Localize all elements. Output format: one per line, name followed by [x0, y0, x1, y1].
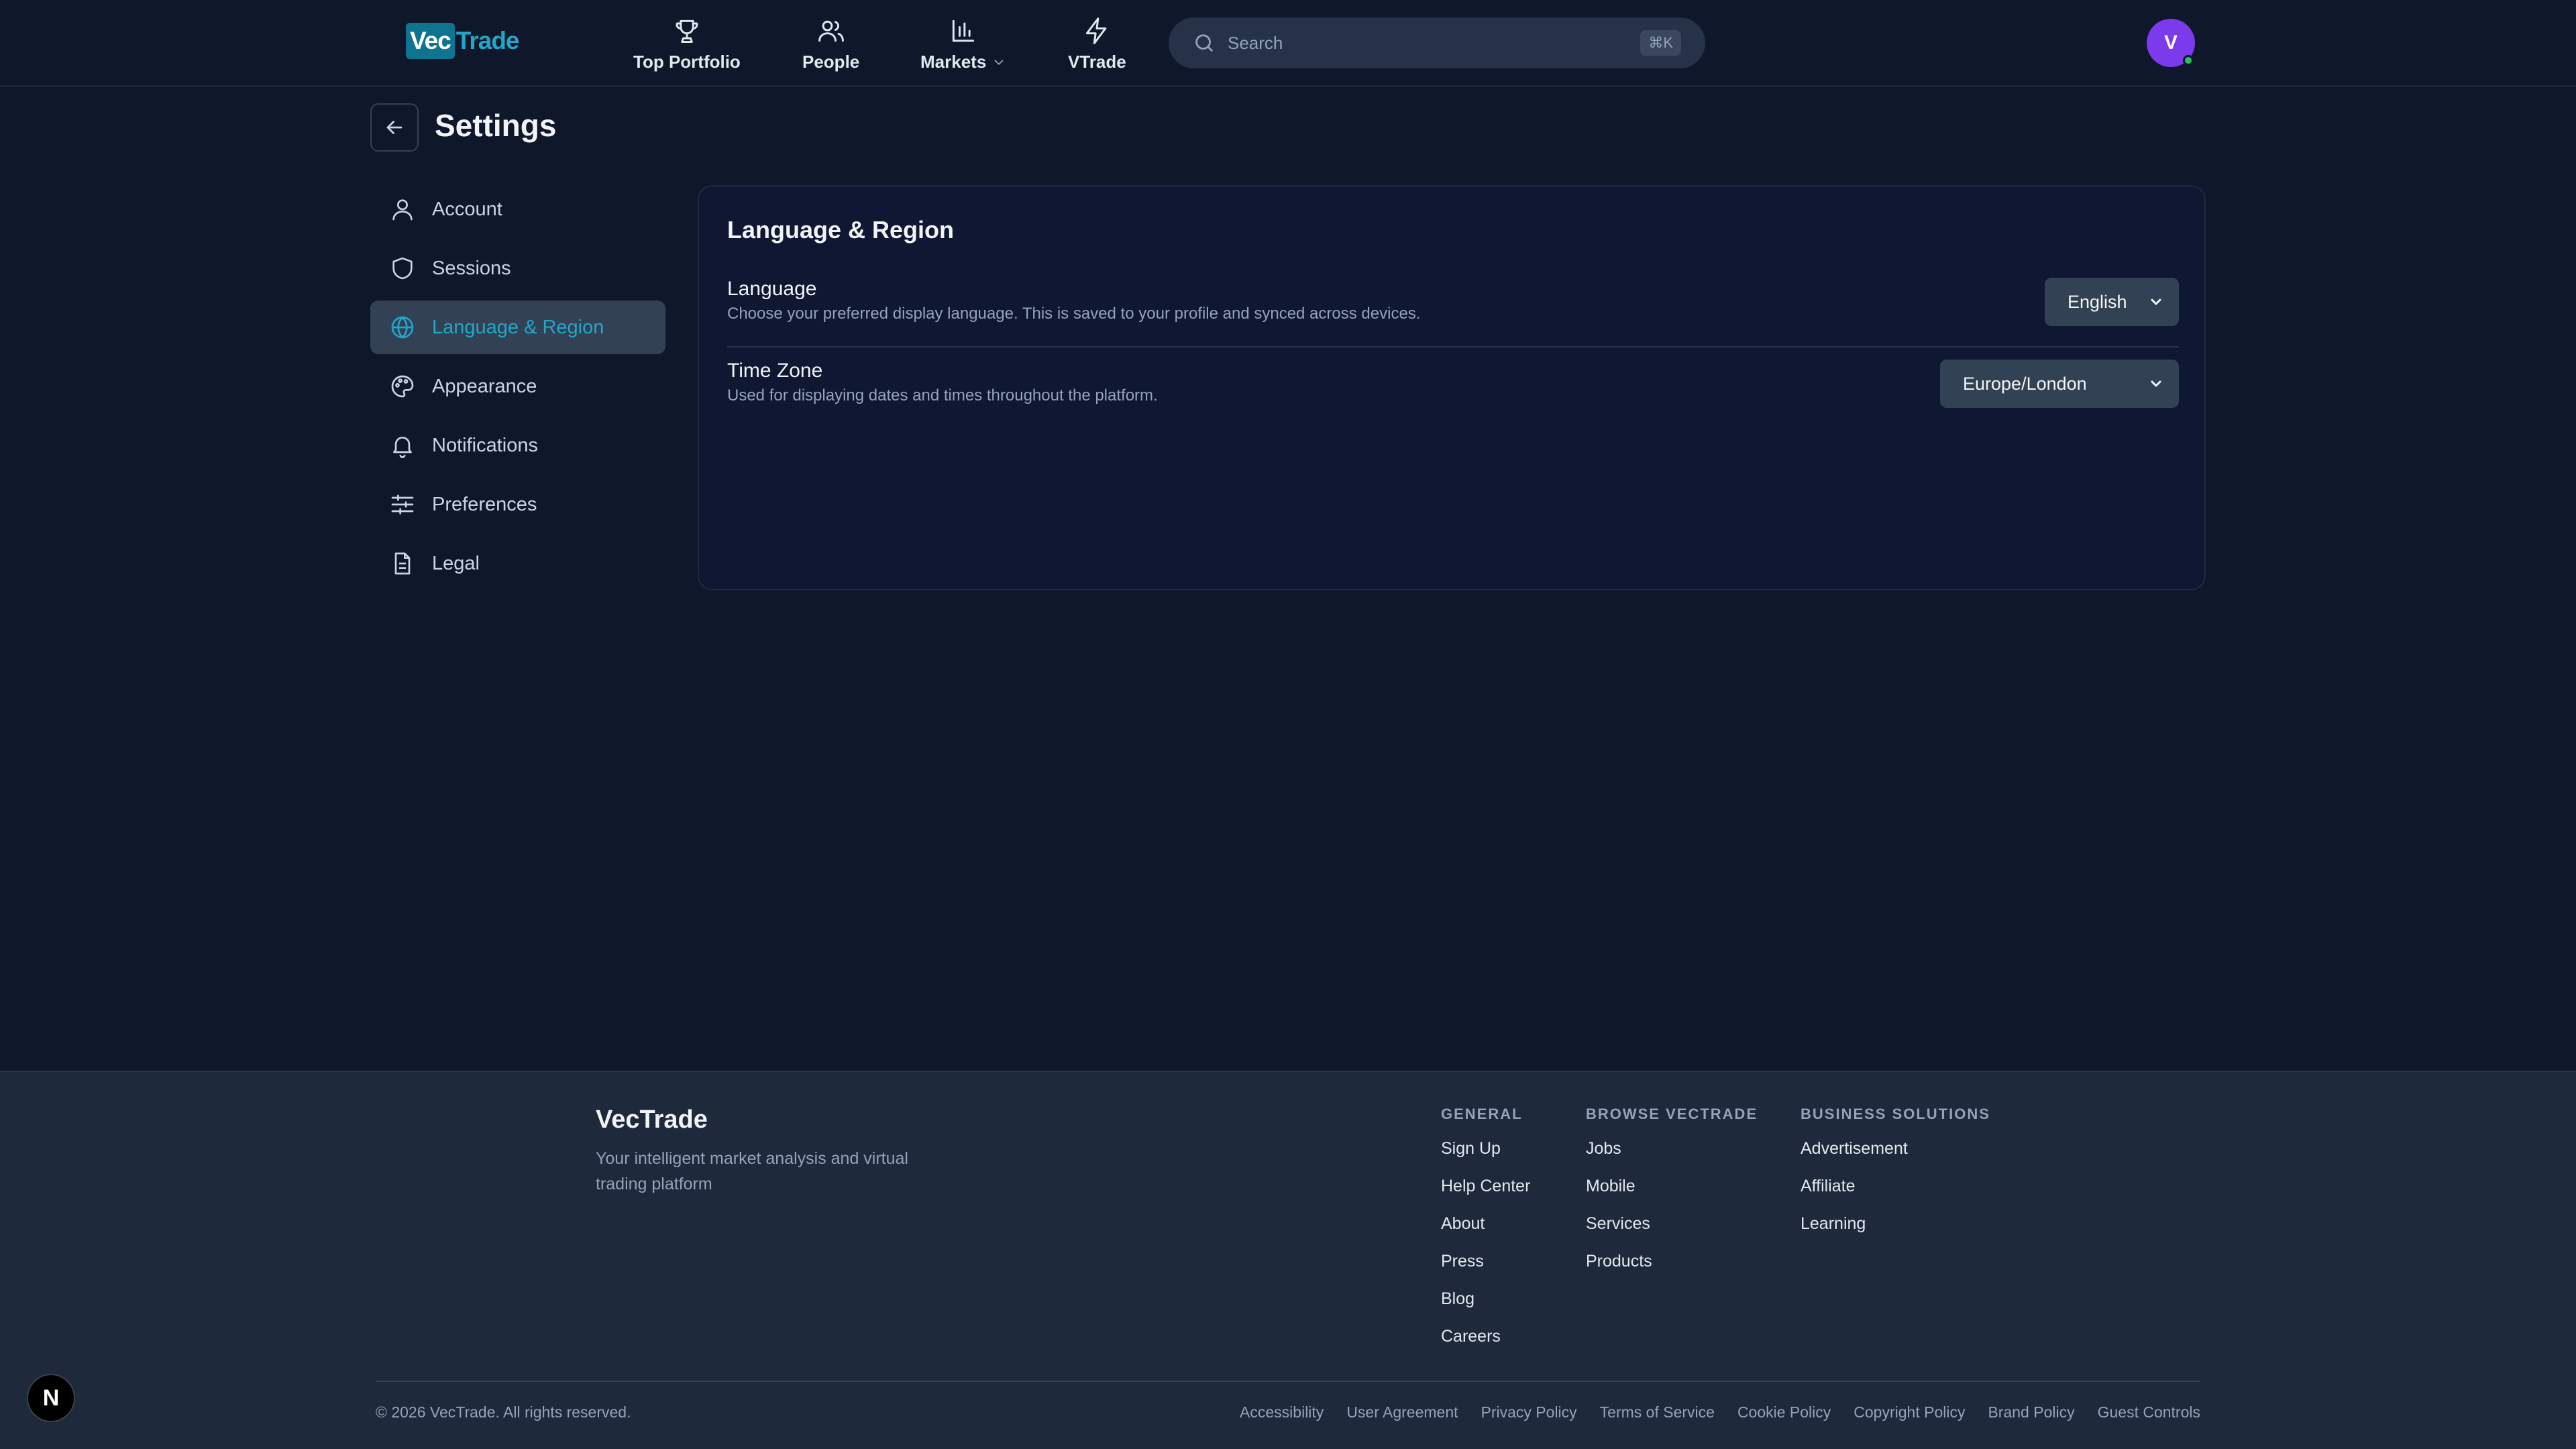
timezone-select-value: Europe/London [1963, 373, 2087, 394]
legal-link-guest-controls[interactable]: Guest Controls [2098, 1403, 2200, 1421]
nav-label: Markets [920, 52, 987, 72]
sidebar-item-label: Language & Region [432, 316, 604, 338]
dev-badge-letter: N [42, 1385, 60, 1411]
page-title: Settings [435, 108, 557, 143]
avatar-initial: V [2163, 32, 2178, 54]
lightning-icon [1086, 17, 1107, 44]
sidebar-item-label: Legal [432, 552, 480, 574]
bar-chart-icon [953, 19, 975, 42]
language-description: Choose your preferred display language. … [727, 305, 1421, 323]
arrow-left-icon [386, 121, 402, 134]
footer-column-business: BUSINESS SOLUTIONS Advertisement Affilia… [1801, 1106, 1990, 1252]
sidebar-item-label: Appearance [432, 375, 537, 397]
footer-column-browse: BROWSE VECTRADE Jobs Mobile Services Pro… [1586, 1106, 1758, 1289]
sidebar-item-notifications[interactable]: Notifications [370, 419, 665, 472]
footer-link-help-center[interactable]: Help Center [1441, 1177, 1530, 1214]
nav-vtrade[interactable]: VTrade [1068, 16, 1126, 72]
timezone-setting-row: Time Zone Used for displaying dates and … [727, 360, 2179, 420]
legal-link-privacy-policy[interactable]: Privacy Policy [1481, 1403, 1577, 1421]
sidebar-item-sessions[interactable]: Sessions [370, 241, 665, 295]
footer-column-heading: BROWSE VECTRADE [1586, 1106, 1758, 1122]
search-input[interactable] [1228, 32, 1641, 54]
footer-link-learning[interactable]: Learning [1801, 1214, 1990, 1252]
sidebar-item-account[interactable]: Account [370, 182, 665, 236]
nav-label: VTrade [1068, 52, 1126, 72]
online-status-dot [2183, 55, 2194, 66]
nav-label: Top Portfolio [633, 52, 741, 72]
footer-link-products[interactable]: Products [1586, 1252, 1758, 1289]
legal-link-cookie-policy[interactable]: Cookie Policy [1737, 1403, 1831, 1421]
legal-link-accessibility[interactable]: Accessibility [1240, 1403, 1324, 1421]
nav-label: People [802, 52, 860, 72]
language-label: Language [727, 278, 817, 300]
sidebar-item-appearance[interactable]: Appearance [370, 360, 665, 413]
copyright-text: © 2026 VecTrade. All rights reserved. [376, 1403, 631, 1421]
nav-label-markets: Markets [920, 52, 1006, 72]
language-select[interactable]: English [2045, 278, 2179, 326]
footer-column-general: GENERAL Sign Up Help Center About Press … [1441, 1106, 1530, 1364]
chevron-down-icon [994, 59, 1004, 65]
legal-links: Accessibility User Agreement Privacy Pol… [1240, 1403, 2200, 1421]
nav-people[interactable]: People [802, 16, 859, 72]
logo-vec: Vec [406, 23, 455, 59]
logo-trade: Trade [455, 27, 520, 54]
language-setting-row: Language Choose your preferred display l… [727, 278, 2179, 347]
user-icon [392, 199, 413, 221]
legal-link-user-agreement[interactable]: User Agreement [1346, 1403, 1458, 1421]
bell-icon [393, 437, 412, 458]
footer-link-mobile[interactable]: Mobile [1586, 1177, 1758, 1214]
footer-column-heading: GENERAL [1441, 1106, 1523, 1122]
sidebar-item-legal[interactable]: Legal [370, 537, 665, 590]
legal-link-terms-of-service[interactable]: Terms of Service [1600, 1403, 1715, 1421]
users-icon [818, 20, 844, 42]
vectrade-logo[interactable]: Vec Trade [406, 23, 520, 59]
settings-sidebar: Account Sessions Language & Region Appea… [370, 182, 665, 596]
user-avatar[interactable]: V [2147, 19, 2195, 67]
trophy-icon [676, 19, 698, 43]
sidebar-item-label: Notifications [432, 434, 538, 456]
footer-link-affiliate[interactable]: Affiliate [1801, 1177, 1990, 1214]
footer-divider [376, 1381, 2200, 1382]
language-select-value: English [2068, 291, 2127, 312]
footer-tagline: Your intelligent market analysis and vir… [596, 1149, 908, 1193]
sidebar-item-label: Account [432, 198, 502, 220]
timezone-select[interactable]: Europe/London [1940, 360, 2179, 408]
footer-link-careers[interactable]: Careers [1441, 1327, 1530, 1364]
legal-link-brand-policy[interactable]: Brand Policy [1988, 1403, 2074, 1421]
back-button[interactable] [370, 103, 419, 152]
sidebar-item-preferences[interactable]: Preferences [370, 478, 665, 531]
top-navigation-bar: Vec Trade Top Portfolio People Markets V… [0, 0, 2576, 87]
dev-tools-badge[interactable]: N [27, 1374, 75, 1422]
legal-link-copyright-policy[interactable]: Copyright Policy [1854, 1403, 1965, 1421]
panel-title: Language & Region [727, 216, 955, 244]
sidebar-item-label: Sessions [432, 257, 511, 279]
search-shortcut-badge: ⌘K [1640, 30, 1681, 56]
palette-icon [391, 375, 414, 398]
chevron-down-icon [2151, 299, 2161, 305]
document-icon [394, 552, 411, 575]
search-icon [1195, 34, 1213, 52]
footer-link-sign-up[interactable]: Sign Up [1441, 1139, 1530, 1177]
footer-column-heading: BUSINESS SOLUTIONS [1801, 1106, 1990, 1122]
nav-markets[interactable]: Markets [920, 16, 1006, 72]
language-region-panel: Language & Region Language Choose your p… [698, 185, 2206, 590]
footer-link-services[interactable]: Services [1586, 1214, 1758, 1252]
sliders-icon [391, 494, 414, 515]
footer-link-press[interactable]: Press [1441, 1252, 1530, 1289]
shield-icon [392, 257, 413, 280]
nav-top-portfolio[interactable]: Top Portfolio [633, 16, 741, 72]
sidebar-item-label: Preferences [432, 493, 537, 515]
footer-link-advertisement[interactable]: Advertisement [1801, 1139, 1990, 1177]
sidebar-item-language-region[interactable]: Language & Region [370, 301, 665, 354]
search-bar[interactable]: ⌘K [1169, 17, 1705, 68]
footer-brand: VecTrade [596, 1106, 708, 1134]
site-footer: VecTrade Your intelligent market analysi… [0, 1071, 2576, 1449]
chevron-down-icon [2151, 380, 2161, 387]
footer-link-blog[interactable]: Blog [1441, 1289, 1530, 1327]
footer-link-about[interactable]: About [1441, 1214, 1530, 1252]
globe-icon [391, 316, 414, 339]
footer-link-jobs[interactable]: Jobs [1586, 1139, 1758, 1177]
